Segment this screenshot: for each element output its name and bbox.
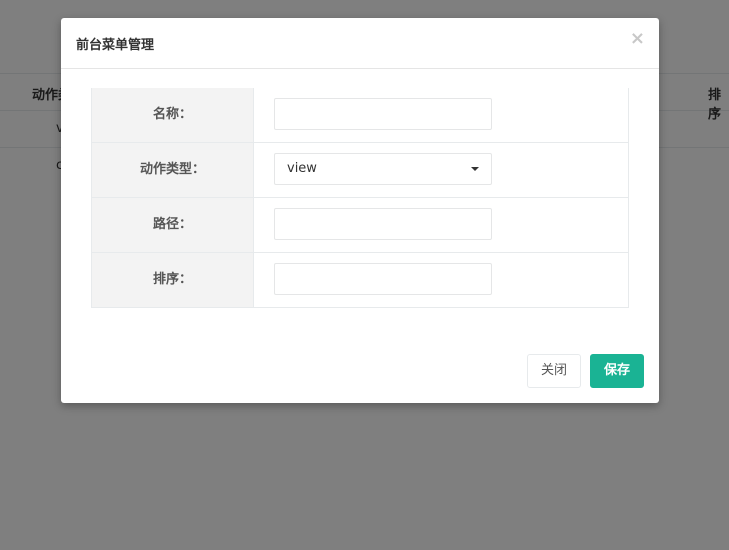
form-row-action-type: 动作类型： view (92, 142, 628, 197)
form-row-path: 路径： (92, 197, 628, 252)
save-button[interactable]: 保存 (590, 354, 644, 388)
name-label: 名称： (92, 88, 254, 142)
form-row-name: 名称： (92, 88, 628, 142)
caret-down-icon (471, 167, 479, 171)
modal-title: 前台菜单管理 (76, 38, 155, 53)
order-label: 排序： (92, 253, 254, 307)
path-label: 路径： (92, 198, 254, 252)
form-row-order: 排序： (92, 252, 628, 307)
close-icon[interactable]: × (630, 30, 645, 48)
name-input[interactable] (274, 98, 492, 130)
action-type-label: 动作类型： (92, 143, 254, 197)
menu-manage-dialog: 前台菜单管理 × 名称： 动作类型： view 路径： 排序： 关闭 保存 (61, 18, 659, 403)
close-button[interactable]: 关闭 (527, 354, 581, 388)
action-type-selected-value: view (287, 161, 317, 176)
modal-header: 前台菜单管理 × (61, 18, 659, 69)
order-input[interactable] (274, 263, 492, 295)
page: 动作类型 排序 v c 前台菜单管理 × 名称： 动作类型： view (0, 0, 729, 550)
path-input[interactable] (274, 208, 492, 240)
menu-form: 名称： 动作类型： view 路径： 排序： (91, 88, 629, 308)
action-type-select[interactable]: view (274, 153, 492, 185)
